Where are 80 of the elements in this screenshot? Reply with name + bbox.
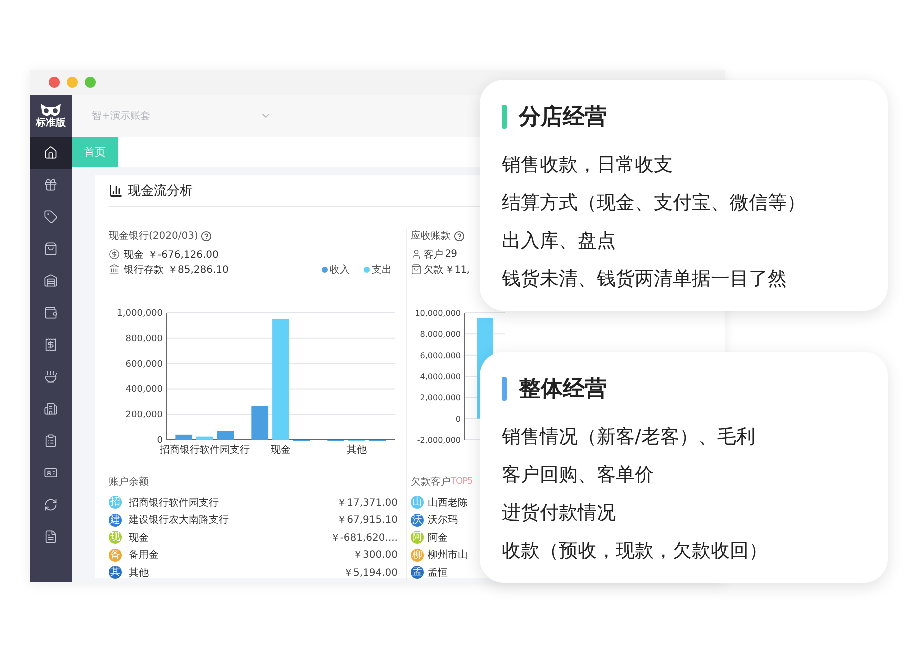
customer-name: 沃尔玛	[428, 514, 458, 528]
help-icon[interactable]	[201, 230, 212, 242]
feature-line: 客户回购、客单价	[502, 463, 655, 488]
tab[interactable]: 首页	[72, 137, 118, 167]
customer-name: 阿金	[428, 532, 448, 545]
feature-line: 销售收款，日常收支	[502, 153, 674, 178]
wallet-icon	[44, 306, 58, 320]
axis-tick-label: 0	[157, 436, 163, 446]
section-title: 现金银行(2020/03)	[109, 230, 198, 243]
section-title: 应收账款	[411, 230, 451, 243]
bar-chart-icon	[109, 184, 123, 198]
clipboard-icon	[44, 434, 58, 448]
person-icon	[411, 249, 422, 260]
coin-icon	[109, 249, 120, 260]
help-icon[interactable]	[454, 230, 465, 242]
account-badge: 建	[109, 514, 122, 527]
top-count-label: TOP5	[451, 477, 473, 487]
panel-title: 现金流分析	[128, 182, 193, 200]
list-title: 账户余额	[109, 476, 149, 489]
legend-item: 支出	[364, 262, 392, 276]
window-control[interactable]	[49, 77, 60, 88]
account-badge: 其	[109, 566, 122, 580]
account-name: 其他	[129, 566, 149, 580]
shopping-bag-icon	[44, 242, 58, 256]
account-badge: 备	[109, 548, 122, 562]
feature-line: 进货付款情况	[502, 501, 617, 526]
receipt-icon	[44, 338, 58, 352]
category-label: 招商银行软件园支行	[160, 445, 250, 456]
account-badge: 现	[109, 531, 122, 544]
building-icon	[44, 402, 58, 416]
customer-badge: 孟	[411, 566, 424, 580]
account-name: 现金	[129, 532, 149, 545]
logo-text: 标准版	[36, 119, 66, 129]
sidebar-item[interactable]	[30, 137, 72, 169]
warehouse-icon	[44, 274, 58, 288]
customer-badge: 柳	[411, 548, 424, 562]
customer-badge: 沃	[411, 514, 424, 527]
home-icon	[44, 146, 58, 160]
gift-icon	[44, 178, 58, 192]
account-name: 建设银行农大南路支行	[129, 514, 229, 528]
document-icon	[44, 530, 58, 544]
feature-title: 分店经营	[519, 104, 607, 132]
account-name: 备用金	[129, 549, 159, 562]
axis-tick-label: 1,000,000	[117, 309, 163, 319]
axis-tick-label: 200,000	[126, 410, 163, 421]
axis-tick-label: 400,000	[126, 385, 163, 396]
account-amount: ￥5,194.00	[343, 566, 398, 580]
category-label: 其他	[347, 445, 367, 456]
customer-name: 山西老陈	[428, 496, 468, 510]
legend-item: 收入	[322, 262, 350, 276]
axis-tick-label: 0	[456, 414, 461, 424]
account-amount: ￥-681,620....	[330, 532, 398, 545]
id-card-icon	[44, 466, 58, 480]
bowl-icon	[44, 370, 58, 384]
account-badge: 招	[109, 496, 122, 510]
axis-tick-label: 600,000	[126, 360, 163, 370]
account-amount: ￥300.00	[353, 549, 398, 562]
customer-badge: 山	[411, 496, 424, 510]
cycle-icon	[44, 498, 58, 512]
axis-tick-label: 4,000,000	[420, 372, 461, 382]
axis-tick-label: 800,000	[126, 334, 163, 344]
axis-tick-label: 2,000,000	[420, 394, 461, 403]
category-label: 现金	[271, 445, 291, 456]
axis-tick-label: 10,000,000	[415, 309, 461, 318]
account-amount: ￥67,915.10	[337, 514, 398, 528]
account-name: 招商银行软件园支行	[129, 496, 219, 510]
bag-icon	[411, 264, 422, 275]
tag-icon	[44, 210, 58, 224]
feature-line: 出入库、盘点	[502, 229, 617, 254]
feature-title: 整体经营	[519, 376, 607, 404]
bank-icon	[109, 264, 120, 275]
axis-tick-label: 6,000,000	[420, 351, 461, 360]
axis-tick-label: -2,000,000	[417, 436, 461, 445]
customer-name: 柳州市山	[428, 548, 468, 562]
account-amount: ￥17,371.00	[337, 496, 398, 510]
customer-badge: 阿	[411, 531, 424, 544]
customer-name: 孟恒	[428, 566, 448, 580]
axis-tick-label: 8,000,000	[420, 330, 461, 340]
owl-logo-icon	[40, 103, 62, 118]
list-title: 欠款客户	[411, 476, 451, 489]
